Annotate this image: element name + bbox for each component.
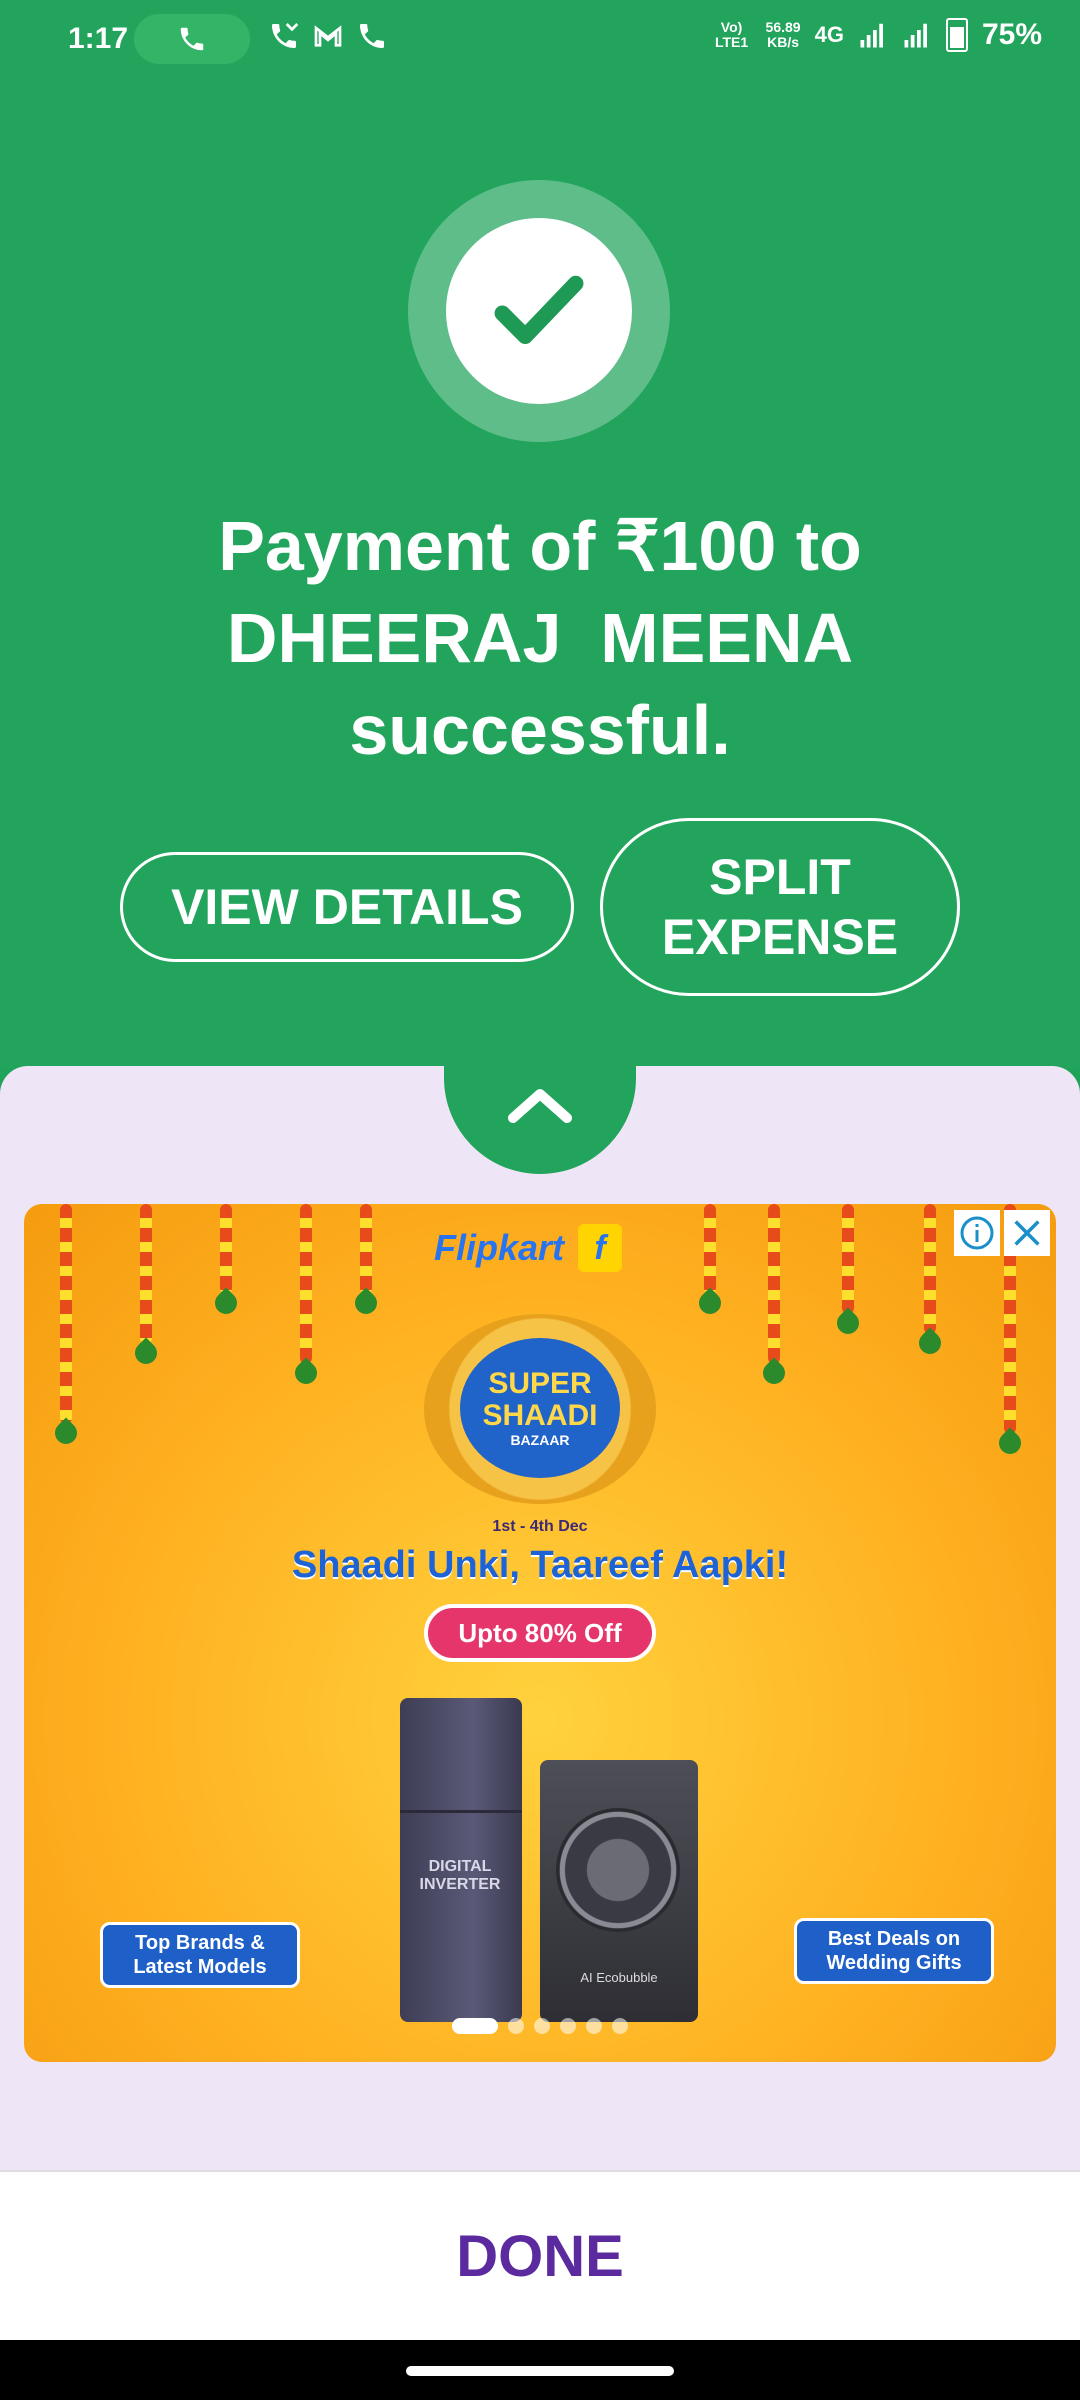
ongoing-call-pill[interactable] [134, 14, 250, 64]
event-title: SUPER [488, 1367, 592, 1400]
ad-controls [954, 1210, 1050, 1256]
flipkart-logo: Flipkart f [434, 1224, 623, 1272]
split-expense-button[interactable]: SPLIT EXPENSE [600, 818, 960, 996]
system-navigation-bar [0, 2340, 1080, 2400]
event-dates: 1st - 4th Dec [492, 1518, 588, 1535]
signal-icon [904, 23, 927, 48]
home-gesture-bar[interactable] [406, 2366, 674, 2376]
network-type: 4G [814, 22, 844, 47]
garland-decoration [704, 1204, 716, 1294]
phone-icon [180, 27, 204, 51]
battery-icon [945, 18, 968, 52]
offer-badge: Upto 80% Off [424, 1604, 656, 1662]
garland-decoration [220, 1204, 232, 1294]
status-time: 1:17 [68, 22, 129, 55]
checkmark-icon [494, 275, 584, 344]
garland-decoration [300, 1204, 312, 1364]
event-badge: SUPER SHAADI BAZAAR [424, 1314, 656, 1504]
gmail-icon [314, 25, 342, 47]
flipkart-bag-icon: f [578, 1224, 623, 1272]
carousel-dot[interactable] [586, 2018, 602, 2034]
washer-label: AI Ecobubble [580, 1970, 658, 1985]
split-label-line: EXPENSE [661, 909, 899, 965]
garland-decoration [360, 1204, 372, 1294]
carousel-dot[interactable] [508, 2018, 524, 2034]
payment-success-screen: 1:17 Vo) LTE1 56.89 KB/s 4G 75% Payment … [0, 0, 1080, 2400]
garland-decoration [768, 1204, 780, 1364]
system-icons: Vo) LTE1 56.89 KB/s 4G 75% [712, 18, 1042, 52]
info-icon[interactable] [954, 1210, 1000, 1256]
chevron-up-icon [508, 1089, 572, 1123]
phone-icon [360, 24, 384, 48]
garland-decoration [842, 1204, 854, 1314]
success-header: 1:17 Vo) LTE1 56.89 KB/s 4G 75% Payment … [0, 0, 1080, 1068]
notification-icons [268, 20, 388, 52]
promo-tag-right: Best Deals on Wedding Gifts [794, 1918, 994, 1984]
refrigerator-image: DIGITAL INVERTER [400, 1698, 522, 2022]
battery-percent: 75% [981, 18, 1042, 51]
event-subtitle: BAZAAR [510, 1432, 570, 1448]
missed-call-icon [272, 23, 299, 48]
done-button[interactable]: DONE [450, 2222, 630, 2291]
carousel-dot-active[interactable] [452, 2018, 498, 2034]
footer-bar: DONE [0, 2170, 1080, 2340]
brand-name: Flipkart [434, 1227, 565, 1268]
speed-unit: KB/s [767, 34, 800, 50]
garland-decoration [140, 1204, 152, 1344]
garland-decoration [60, 1204, 72, 1424]
promo-tag-left: Top Brands & Latest Models [100, 1922, 300, 1988]
close-icon[interactable] [1004, 1210, 1050, 1256]
carousel-dot[interactable] [534, 2018, 550, 2034]
event-title: SHAADI [482, 1399, 598, 1432]
washing-machine-image: AI Ecobubble [540, 1760, 698, 2022]
carousel-dot[interactable] [560, 2018, 576, 2034]
volte-label: Vo) LTE1 [714, 19, 749, 50]
headline-line: DHEERAJ MEENA [226, 599, 854, 677]
network-speed: 56.89 KB/s [766, 20, 801, 50]
split-label-line: SPLIT [709, 849, 851, 905]
headline-line: Payment of ₹100 to [218, 507, 862, 585]
carousel-dot[interactable] [612, 2018, 628, 2034]
payment-success-message: Payment of ₹100 to DHEERAJ MEENA success… [90, 500, 990, 776]
headline-line: successful. [349, 691, 731, 769]
speed-value: 56.89 [765, 19, 801, 35]
ad-tagline: Shaadi Unki, Taareef Aapki! [291, 1544, 789, 1586]
status-bar: 1:17 Vo) LTE1 56.89 KB/s 4G 75% [0, 0, 1080, 80]
signal-icon [860, 23, 883, 48]
ad-banner[interactable]: Flipkart f SUPER SHAADI BAZAAR 1st - 4th… [24, 1204, 1056, 2062]
fridge-label: DIGITAL INVERTER [419, 1858, 501, 1893]
success-check-badge [408, 180, 670, 442]
view-details-button[interactable]: VIEW DETAILS [120, 852, 574, 962]
garland-decoration [924, 1204, 936, 1334]
carousel-indicator [24, 2018, 1056, 2034]
